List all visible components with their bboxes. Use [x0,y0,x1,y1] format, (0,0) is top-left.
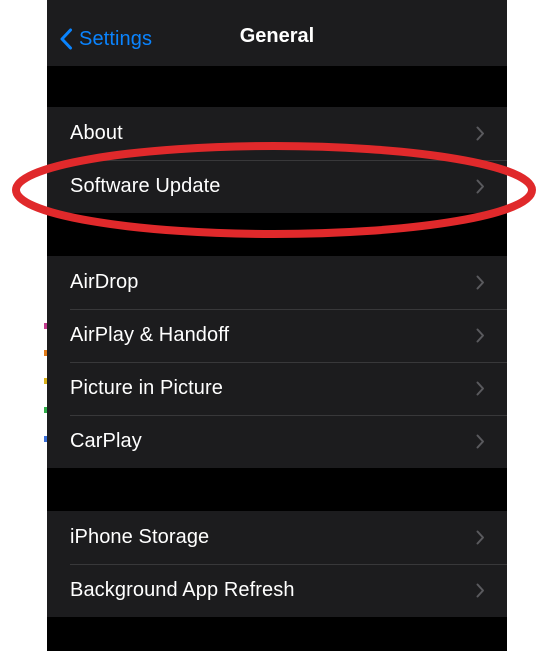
list-item-carplay[interactable]: CarPlay [47,415,507,468]
chevron-right-icon [476,179,485,194]
list-item-about[interactable]: About [47,107,507,160]
list-item-airdrop[interactable]: AirDrop [47,256,507,309]
list-item-label: About [70,122,123,144]
list-item-iphone-storage[interactable]: iPhone Storage [47,511,507,564]
page-title: General [239,25,315,47]
list-item-background-app-refresh[interactable]: Background App Refresh [47,564,507,617]
chevron-right-icon [476,328,485,343]
list-item-picture-in-picture[interactable]: Picture in Picture [47,362,507,415]
settings-group-connectivity: AirDrop AirPlay & Handoff Picture in Pic… [47,256,507,468]
list-item-label: CarPlay [70,430,142,452]
list-item-label: Background App Refresh [70,579,295,601]
settings-group-about: About Software Update [47,107,507,213]
list-item-label: AirDrop [70,271,139,293]
list-item-label: iPhone Storage [70,526,210,548]
list-item-software-update[interactable]: Software Update [47,160,507,213]
list-item-label: Picture in Picture [70,377,223,399]
settings-group-storage: iPhone Storage Background App Refresh [47,511,507,617]
list-item-label: Software Update [70,175,221,197]
list-item-label: AirPlay & Handoff [70,324,230,346]
chevron-right-icon [476,381,485,396]
chevron-right-icon [476,530,485,545]
chevron-right-icon [476,434,485,449]
chevron-right-icon [476,583,485,598]
phone-screen: Settings General About Software Update A… [47,0,507,651]
navigation-bar: Settings General [47,0,507,66]
list-item-airplay-handoff[interactable]: AirPlay & Handoff [47,309,507,362]
chevron-right-icon [476,126,485,141]
chevron-right-icon [476,275,485,290]
